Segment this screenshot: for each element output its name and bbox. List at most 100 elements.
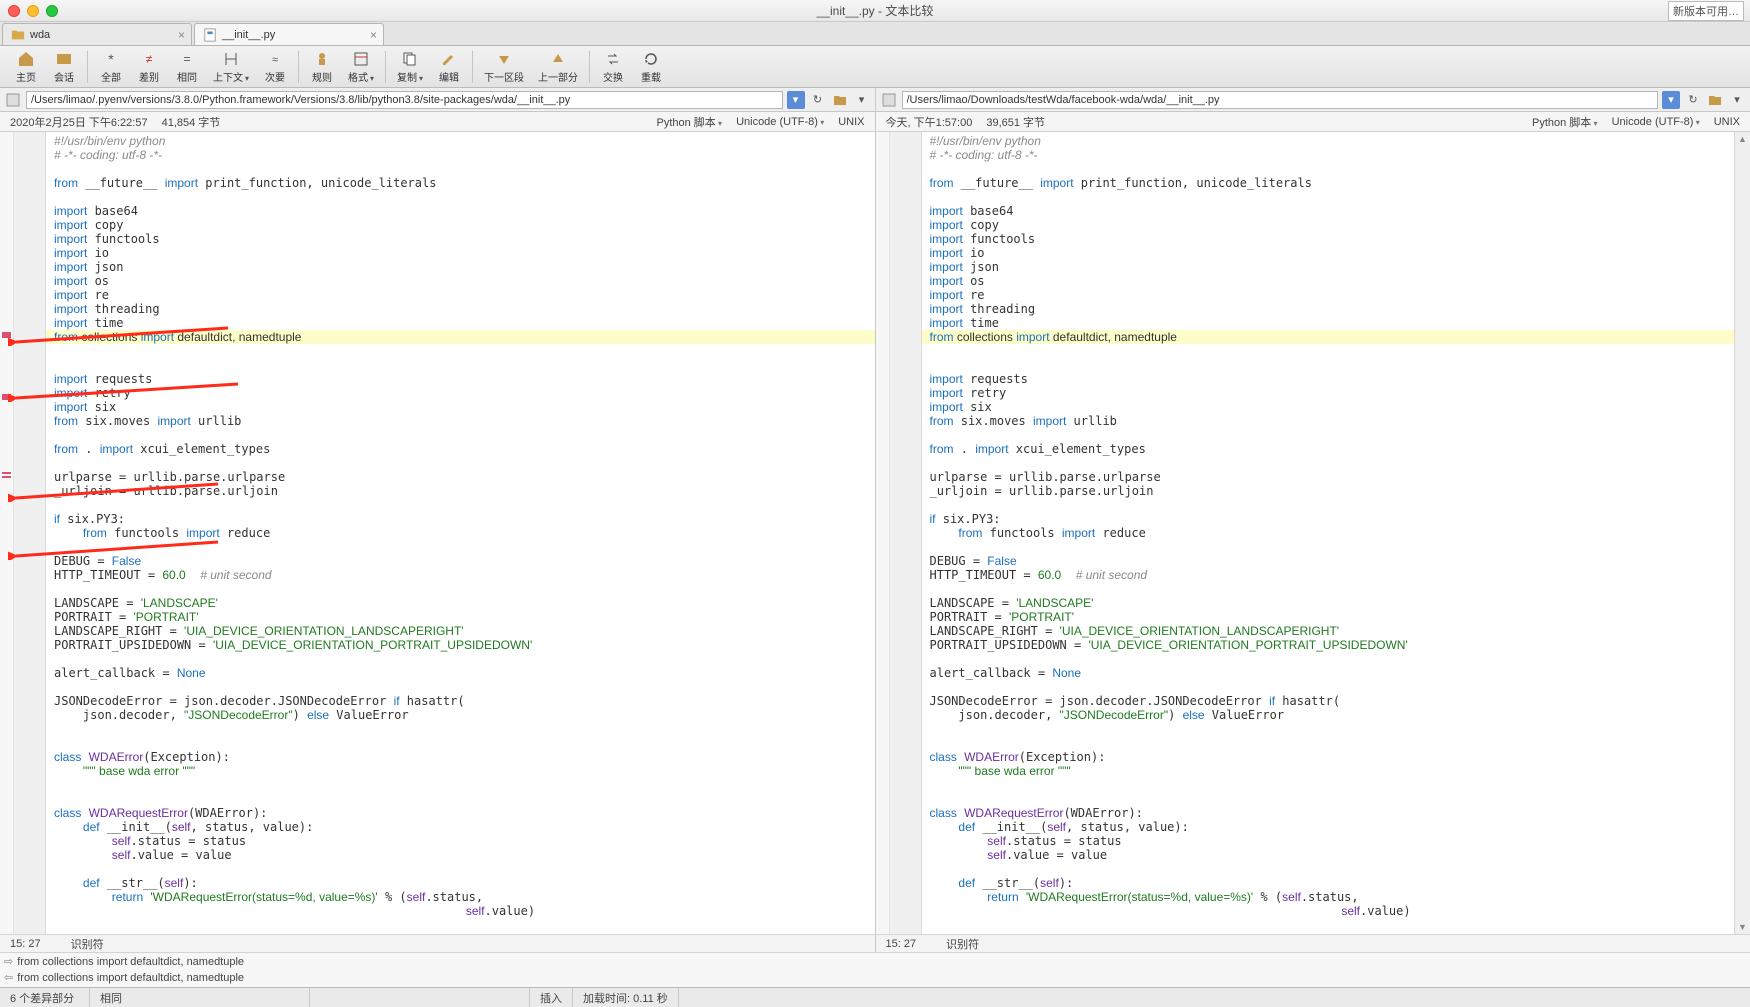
separator	[87, 51, 88, 83]
meta-lang[interactable]: Python 脚本	[1532, 114, 1598, 130]
window: __init__.py - 文本比较 新版本可用… wda × __init__…	[0, 0, 1750, 1007]
python-file-icon	[203, 28, 217, 42]
meta-date: 2020年2月25日 下午6:22:57	[10, 114, 148, 130]
left-path-bar: ▾ ↻ ▾	[0, 88, 875, 111]
disk-icon[interactable]	[4, 91, 22, 109]
meta-date: 今天, 下午1:57:00	[886, 114, 973, 130]
format-button[interactable]: 格式	[342, 48, 380, 86]
right-code-body[interactable]: #!/usr/bin/env python # -*- coding: utf-…	[876, 132, 1750, 934]
code-area: #!/usr/bin/env python # -*- coding: utf-…	[0, 132, 1750, 934]
right-code-text[interactable]: #!/usr/bin/env python # -*- coding: utf-…	[922, 132, 1750, 934]
cursor-pos: 15: 27	[886, 938, 917, 950]
meta-eol: UNIX	[1714, 116, 1740, 128]
window-controls	[8, 5, 58, 17]
meta-enc[interactable]: Unicode (UTF-8)	[736, 116, 824, 128]
meta-eol: UNIX	[838, 116, 864, 128]
diff-button[interactable]: ≠差别	[131, 48, 167, 86]
svg-text:≠: ≠	[146, 52, 153, 66]
meta-row: 2020年2月25日 下午6:22:57 41,854 字节 Python 脚本…	[0, 112, 1750, 132]
minimize-window-button[interactable]	[27, 5, 39, 17]
left-code-text[interactable]: #!/usr/bin/env python # -*- coding: utf-…	[46, 132, 875, 934]
swap-button[interactable]: 交换	[595, 48, 631, 86]
copy-button[interactable]: 复制	[391, 48, 429, 86]
status-mode: 相同	[90, 988, 310, 1007]
svg-text:*: *	[108, 51, 114, 67]
left-meta: 2020年2月25日 下午6:22:57 41,854 字节 Python 脚本…	[0, 112, 875, 131]
meta-lang[interactable]: Python 脚本	[657, 114, 723, 130]
status-bar: 6 个差异部分 相同 插入 加载时间: 0.11 秒	[0, 987, 1750, 1007]
line-gutter	[14, 132, 46, 934]
history-icon[interactable]: ↻	[1684, 91, 1702, 109]
left-pane: #!/usr/bin/env python # -*- coding: utf-…	[0, 132, 875, 934]
window-title: __init__.py - 文本比较	[0, 2, 1750, 19]
left-cursor: 15: 27 识别符	[0, 935, 875, 952]
status-insert: 插入	[530, 988, 573, 1007]
left-path-input[interactable]	[26, 91, 783, 109]
document-tabs: wda × __init__.py ×	[0, 22, 1750, 46]
diff-minimap[interactable]	[0, 132, 14, 934]
cursor-row: 15: 27 识别符 15: 27 识别符	[0, 934, 1750, 952]
tab-wda[interactable]: wda ×	[2, 23, 192, 45]
history-icon[interactable]: ↻	[809, 91, 827, 109]
rules-button[interactable]: 规则	[304, 48, 340, 86]
svg-text:≈: ≈	[272, 54, 278, 66]
toolbar: 主页 会话 *全部 ≠差别 =相同 上下文 ≈次要 规则 格式 复制 编辑 下一…	[0, 46, 1750, 88]
path-row: ▾ ↻ ▾ ▾ ↻ ▾	[0, 88, 1750, 112]
svg-text:=: =	[183, 52, 190, 66]
more-icon[interactable]: ▾	[853, 91, 871, 109]
left-code-body[interactable]: #!/usr/bin/env python # -*- coding: utf-…	[0, 132, 875, 934]
minor-button[interactable]: ≈次要	[257, 48, 293, 86]
scroll-up-icon[interactable]: ▲	[1738, 134, 1747, 144]
status-empty	[310, 988, 530, 1007]
update-notice[interactable]: 新版本可用…	[1668, 1, 1744, 21]
vertical-scrollbar[interactable]: ▲▼	[1734, 132, 1750, 934]
close-window-button[interactable]	[8, 5, 20, 17]
tab-label: __init__.py	[222, 29, 275, 41]
separator	[589, 51, 590, 83]
right-path-bar: ▾ ↻ ▾	[875, 88, 1750, 111]
close-icon[interactable]: ×	[178, 28, 185, 42]
cursor-pos: 15: 27	[10, 938, 41, 950]
diff-minimap[interactable]	[876, 132, 890, 934]
meta-size: 39,651 字节	[986, 114, 1045, 130]
separator	[385, 51, 386, 83]
prev-section-button[interactable]: 上一部分	[532, 48, 584, 86]
home-button[interactable]: 主页	[8, 48, 44, 86]
cursor-token: 识别符	[946, 936, 979, 952]
more-icon[interactable]: ▾	[1728, 91, 1746, 109]
edit-button[interactable]: 编辑	[431, 48, 467, 86]
session-button[interactable]: 会话	[46, 48, 82, 86]
zoom-window-button[interactable]	[46, 5, 58, 17]
diff-line-b: from collections import defaultdict, nam…	[17, 970, 244, 986]
scroll-down-icon[interactable]: ▼	[1738, 922, 1747, 932]
status-diff-count: 6 个差异部分	[0, 988, 90, 1007]
tab-label: wda	[30, 29, 50, 41]
all-button[interactable]: *全部	[93, 48, 129, 86]
reload-button[interactable]: 重载	[633, 48, 669, 86]
right-meta: 今天, 下午1:57:00 39,651 字节 Python 脚本 Unicod…	[875, 112, 1750, 131]
next-section-button[interactable]: 下一区段	[478, 48, 530, 86]
browse-icon[interactable]	[831, 91, 849, 109]
separator	[298, 51, 299, 83]
dropdown-icon[interactable]: ▾	[1662, 91, 1680, 109]
status-load-time: 加载时间: 0.11 秒	[573, 988, 679, 1007]
browse-icon[interactable]	[1706, 91, 1724, 109]
same-button[interactable]: =相同	[169, 48, 205, 86]
meta-size: 41,854 字节	[162, 114, 221, 130]
arrow-left-icon: ⇦	[4, 970, 13, 986]
arrow-right-icon: ⇨	[4, 954, 13, 970]
close-icon[interactable]: ×	[370, 28, 377, 42]
line-gutter	[890, 132, 922, 934]
diff-summary: ⇨from collections import defaultdict, na…	[0, 952, 1750, 987]
titlebar: __init__.py - 文本比较 新版本可用…	[0, 0, 1750, 22]
right-cursor: 15: 27 识别符	[875, 935, 1750, 952]
diff-line-a: from collections import defaultdict, nam…	[17, 954, 244, 970]
meta-enc[interactable]: Unicode (UTF-8)	[1612, 116, 1700, 128]
cursor-token: 识别符	[71, 936, 104, 952]
dropdown-icon[interactable]: ▾	[787, 91, 805, 109]
right-pane: #!/usr/bin/env python # -*- coding: utf-…	[875, 132, 1750, 934]
tab-init-py[interactable]: __init__.py ×	[194, 23, 384, 45]
right-path-input[interactable]	[902, 91, 1659, 109]
disk-icon[interactable]	[880, 91, 898, 109]
context-button[interactable]: 上下文	[207, 48, 255, 86]
